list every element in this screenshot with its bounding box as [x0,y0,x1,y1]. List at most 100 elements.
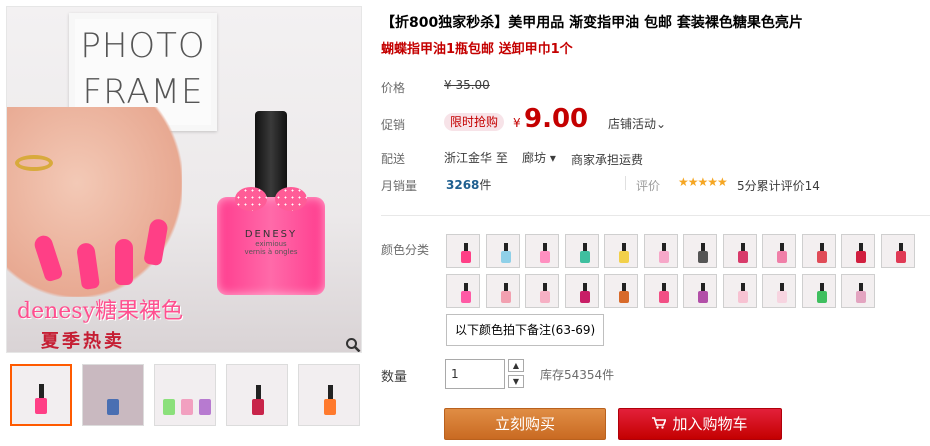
thumb-bottle [199,399,211,415]
color-swatch[interactable] [525,234,559,268]
swatch-bottle [738,251,748,263]
add-to-cart-button[interactable]: 加入购物车 [618,408,782,440]
color-swatch[interactable] [723,274,757,308]
swatch-bottle [540,251,550,263]
price-label: 价格 [381,81,406,95]
quantity-decrease-button[interactable]: ▼ [508,375,524,388]
color-swatch[interactable] [486,274,520,308]
thumb-bottle [107,399,119,415]
thumb-bottle [324,399,336,415]
swatch-bottle [461,291,471,303]
thumbnail-strip [10,364,362,428]
thumb-bottle-cap [328,385,333,399]
swatch-bottle [501,251,511,263]
color-swatch[interactable] [565,234,599,268]
main-product-photo[interactable]: PHOTO FRAME DENESY eximious vernis à ong… [6,6,362,353]
monthly-sales-label: 月销量 [381,179,418,193]
sales-unit: 件 [479,178,492,192]
color-swatch[interactable] [644,274,678,308]
bottle-brand: DENESY [244,229,298,240]
bow-decoration [235,183,307,219]
nail [115,239,133,285]
cart-icon [652,410,668,440]
color-swatch[interactable] [841,234,875,268]
shop-promo-dropdown[interactable]: 店铺活动⌄ [608,115,666,132]
thumb-bottle [252,399,264,415]
review-summary-link[interactable]: 5分累计评价14 [737,177,820,194]
current-price: 9.00 [524,104,589,134]
swatch-bottle [461,251,471,263]
quantity-input[interactable]: 1 [445,359,505,389]
color-swatch[interactable] [525,274,559,308]
thumb-bottle [181,399,193,415]
original-price: ¥ 35.00 [444,78,490,92]
swatch-bottle [501,291,511,303]
swatch-bottle [659,251,669,263]
color-swatch[interactable] [802,234,836,268]
color-swatch[interactable] [486,234,520,268]
divider [381,215,930,216]
color-swatch[interactable] [762,234,796,268]
buy-now-button[interactable]: 立刻购买 [444,408,606,440]
swatch-bottle [659,291,669,303]
color-option-note[interactable]: 以下颜色拍下备注(63-69) [446,314,605,346]
frame-text-line1: PHOTO [80,26,206,66]
quantity-label: 数量 [381,370,408,385]
thumbnail-2[interactable] [82,364,144,426]
quantity-increase-button[interactable]: ▲ [508,359,524,372]
color-swatch[interactable] [446,234,480,268]
color-swatch[interactable] [881,234,915,268]
color-swatch[interactable] [604,234,638,268]
color-swatch[interactable] [644,234,678,268]
add-to-cart-label: 加入购物车 [672,415,748,433]
swatch-bottle [817,251,827,263]
color-swatch[interactable] [723,234,757,268]
color-swatch[interactable] [841,274,875,308]
swatch-bottle [856,251,866,263]
product-title: 【折800独家秒杀】美甲用品 渐变指甲油 包邮 套装裸色糖果色亮片 [381,15,803,31]
bottle-sub2: vernis à ongles [244,248,298,256]
color-swatch[interactable] [802,274,836,308]
swatch-bottle [817,291,827,303]
thumb-bottle [163,399,175,415]
color-swatch[interactable] [683,234,717,268]
swatch-bottle [777,251,787,263]
currency-symbol: ¥ [513,116,521,130]
photo-caption-brand: denesy糖果裸色 [17,299,184,324]
photo-caption-hot: 夏季热卖 [41,331,125,352]
sales-count: 3268 [446,178,480,192]
swatch-bottle [540,291,550,303]
magnifier-icon[interactable] [343,337,361,352]
swatch-bottle [619,251,629,263]
swatch-bottle [580,291,590,303]
thumbnail-5[interactable] [298,364,360,426]
color-swatch[interactable] [446,274,480,308]
star-rating: ★★★★★ [678,175,728,189]
color-category-label: 颜色分类 [381,243,430,257]
swatch-bottle [619,291,629,303]
ship-from: 浙江金华 至 [444,151,508,165]
swatch-bottle [698,291,708,303]
color-swatch[interactable] [565,274,599,308]
swatch-bottle [777,291,787,303]
swatch-bottle [580,251,590,263]
bottle-label: DENESY eximious vernis à ongles [233,229,309,279]
divider [625,176,626,190]
promo-label: 促销 [381,118,406,132]
color-swatch[interactable] [762,274,796,308]
thumb-bottle [35,398,47,414]
swatch-bottle [738,291,748,303]
thumbnail-1[interactable] [10,364,72,426]
thumb-bottle-cap [256,385,261,399]
promo-tag: 限时抢购 [444,113,505,131]
monthly-sales: 3268件 [446,176,491,193]
shipping-fee: 商家承担运费 [571,153,644,167]
stock-count: 库存54354件 [540,368,615,382]
product-subtitle: 蝴蝶指甲油1瓶包邮 送卸甲巾1个 [381,42,573,57]
thumb-bottle-cap [39,384,44,398]
thumbnail-4[interactable] [226,364,288,426]
color-swatch[interactable] [604,274,638,308]
thumbnail-3[interactable] [154,364,216,426]
ship-to-dropdown[interactable]: 廊坊 ▾ [522,149,556,166]
color-swatch[interactable] [683,274,717,308]
